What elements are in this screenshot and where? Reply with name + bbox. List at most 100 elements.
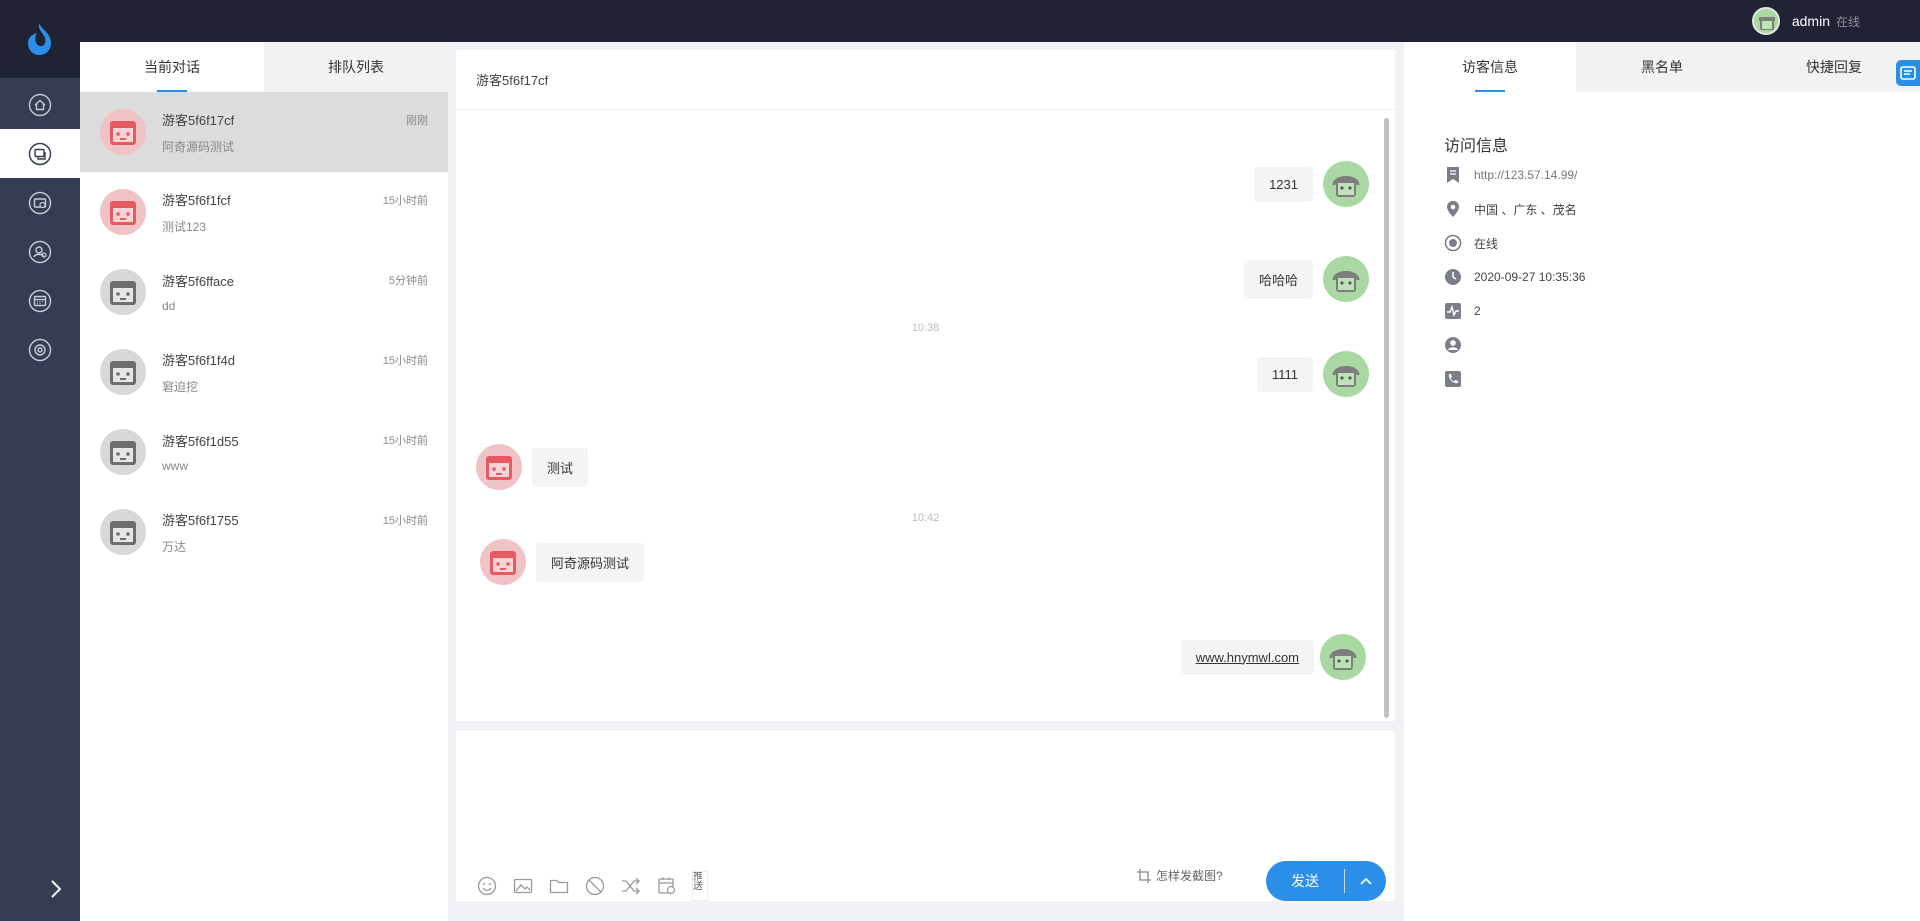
send-options-button[interactable] xyxy=(1345,876,1386,886)
message-bubble: 阿奇源码测试 xyxy=(536,542,645,582)
message-bubble: 1111 xyxy=(1256,356,1313,392)
composer-toolbar: 推送 xyxy=(476,871,708,901)
conversation-preview: 测试123 xyxy=(162,219,207,234)
agent-avatar xyxy=(1323,161,1369,207)
tab-quick-reply[interactable]: 快捷回复 xyxy=(1748,42,1920,92)
screenshot-help-text: 怎样发截图? xyxy=(1156,869,1223,883)
message-bubble: www.hnymwl.com xyxy=(1180,639,1314,675)
send-button[interactable]: 发送 xyxy=(1266,871,1344,891)
transfer-button[interactable] xyxy=(620,875,642,897)
chevron-right-icon xyxy=(51,880,62,898)
nav-chat[interactable] xyxy=(0,129,80,178)
visitor-avatar xyxy=(476,444,522,490)
push-image-placeholder[interactable]: 推送 xyxy=(692,871,708,901)
user-menu[interactable]: admin 在线 xyxy=(1751,7,1860,35)
conversation-time: 15小时前 xyxy=(382,195,428,207)
nav-history[interactable] xyxy=(0,178,80,227)
conversation-preview: www xyxy=(162,459,188,473)
settings-icon xyxy=(28,338,52,361)
agent-avatar xyxy=(1320,634,1366,680)
message-composer[interactable]: 推送 怎样发截图? 发送 xyxy=(456,731,1395,901)
visitor-time: 2020-09-27 10:35:36 xyxy=(1474,270,1586,284)
user-name[interactable]: admin xyxy=(1792,13,1830,29)
history-icon xyxy=(28,191,52,214)
conversation-item[interactable]: 游客5f6f1d55 www 15小时前 xyxy=(80,412,448,492)
message-timestamp: 10:42 xyxy=(911,512,940,524)
chat-scrollbar[interactable] xyxy=(1384,118,1389,718)
conversation-preview: 阿奇源码测试 xyxy=(162,139,235,154)
visitor-status: 在线 xyxy=(1474,236,1499,251)
chat-icon xyxy=(28,142,52,165)
conversation-item[interactable]: 游客5f6f17cf 阿奇源码测试 刚刚 xyxy=(80,92,448,172)
history-button[interactable] xyxy=(656,875,678,897)
conversation-preview: dd xyxy=(162,299,176,313)
home-icon xyxy=(28,93,52,116)
conversation-time: 15小时前 xyxy=(382,435,428,447)
tab-queue-list[interactable]: 排队列表 xyxy=(264,42,448,92)
status-icon xyxy=(1444,234,1462,252)
logo-icon xyxy=(28,23,51,55)
emoji-icon xyxy=(477,876,497,896)
file-button[interactable] xyxy=(548,875,570,897)
visitor-tabs: 访客信息 黑名单 快捷回复 xyxy=(1404,42,1920,92)
agent-avatar xyxy=(1323,256,1369,302)
image-button[interactable] xyxy=(512,875,534,897)
activity-icon xyxy=(1445,303,1461,319)
service-icon xyxy=(1900,66,1916,80)
phone-icon xyxy=(1445,371,1461,387)
conversation-preview: 窘迫挖 xyxy=(162,379,199,394)
conversation-time: 刚刚 xyxy=(406,115,428,127)
crop-icon xyxy=(1137,868,1151,883)
conversation-item[interactable]: 游客5f6f1f4d 窘迫挖 15小时前 xyxy=(80,332,448,412)
calendar-clock-icon xyxy=(658,877,676,895)
visitor-avatar xyxy=(100,429,146,475)
conversation-time: 15小时前 xyxy=(382,355,428,367)
sidebar-collapse-button[interactable] xyxy=(46,877,66,901)
visitor-url-row: http://123.57.14.99/ xyxy=(1444,166,1577,184)
tab-blacklist[interactable]: 黑名单 xyxy=(1576,42,1748,92)
visitor-location: 中国 、广东 、茂名 xyxy=(1474,202,1577,217)
chevron-up-icon xyxy=(1359,877,1372,885)
emoji-button[interactable] xyxy=(476,875,498,897)
message-sent: 1231 xyxy=(1254,161,1369,207)
floating-service-button[interactable] xyxy=(1896,60,1920,86)
nav-home[interactable] xyxy=(0,80,80,129)
tab-current-conversations[interactable]: 当前对话 xyxy=(80,42,264,92)
block-icon xyxy=(585,876,605,896)
agent-avatar xyxy=(1323,351,1369,397)
conversation-panel: 当前对话 排队列表 游客5f6f17cf 阿奇源码测试 刚刚 游客5f6f1fc… xyxy=(80,42,448,921)
visitor-url[interactable]: http://123.57.14.99/ xyxy=(1474,168,1577,182)
clock-icon xyxy=(1445,269,1461,285)
send-button-group: 发送 xyxy=(1266,861,1386,901)
visitor-phone-row xyxy=(1444,370,1474,388)
visitor-avatar xyxy=(100,509,146,555)
message-link[interactable]: www.hnymwl.com xyxy=(1196,650,1299,665)
conversation-preview: 万达 xyxy=(162,539,187,554)
nav-users[interactable] xyxy=(0,227,80,276)
chat-title: 游客5f6f17cf xyxy=(476,73,549,88)
visitor-name-row xyxy=(1444,336,1474,354)
visitor-panel: 访客信息 黑名单 快捷回复 访问信息 http://123.57.14.99/ … xyxy=(1404,42,1920,921)
calendar-icon xyxy=(28,289,52,312)
person-icon xyxy=(1445,337,1461,353)
message-timestamp: 10:38 xyxy=(911,322,940,334)
message-bubble: 测试 xyxy=(532,447,589,487)
conversation-item[interactable]: 游客5f6f1755 万达 15小时前 xyxy=(80,492,448,572)
visitor-location-row: 中国 、广东 、茂名 xyxy=(1444,200,1577,218)
tab-visitor-info[interactable]: 访客信息 xyxy=(1404,42,1576,92)
conversation-item[interactable]: 游客5f6f1fcf 测试123 15小时前 xyxy=(80,172,448,252)
chat-header: 游客5f6f17cf xyxy=(456,50,1395,110)
folder-icon xyxy=(549,879,569,894)
bookmark-icon xyxy=(1447,167,1459,183)
nav-calendar[interactable] xyxy=(0,276,80,325)
nav-settings[interactable] xyxy=(0,325,80,374)
visitor-avatar xyxy=(100,109,146,155)
image-icon xyxy=(513,878,533,894)
block-button[interactable] xyxy=(584,875,606,897)
conversation-time: 5分钟前 xyxy=(388,275,428,287)
user-status: 在线 xyxy=(1835,14,1860,29)
conversation-item[interactable]: 游客5f6fface dd 5分钟前 xyxy=(80,252,448,332)
visitor-avatar xyxy=(100,269,146,315)
visitor-avatar xyxy=(100,349,146,395)
screenshot-help-link[interactable]: 怎样发截图? xyxy=(1136,867,1223,884)
